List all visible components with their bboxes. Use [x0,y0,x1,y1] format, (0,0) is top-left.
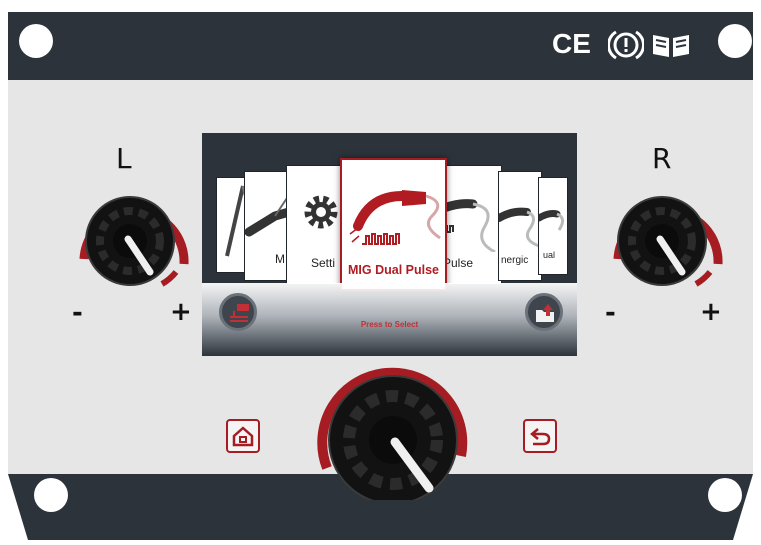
right-knob[interactable] [600,184,728,292]
mig-torch-icon [539,210,564,231]
ce-mark: CE [552,28,591,59]
menu-card-manual[interactable]: ual [538,177,568,275]
gear-icon [304,195,338,229]
mig-torch-icon [499,207,540,248]
mig-torch-icon [349,190,441,245]
back-icon [530,428,551,446]
menu-card-mig-dual-pulse[interactable]: MIG Dual Pulse [340,158,447,291]
main-knob[interactable] [313,356,473,500]
left-minus-label: - [72,298,83,328]
warning-icon [608,30,644,60]
right-minus-label: - [605,298,616,328]
manual-book-icon [653,35,689,57]
screw-hole [34,478,68,512]
home-icon [232,426,254,447]
lcd-screen: MM Setti Pulse nergic ual MIG Dual Pulse… [202,133,577,356]
right-knob-label: R [652,142,672,175]
screw-hole [708,478,742,512]
selected-mode-label: MIG Dual Pulse [348,263,439,277]
menu-card-synergic[interactable]: nergic [498,171,542,281]
home-button[interactable] [226,419,260,453]
screw-hole [718,24,752,58]
left-knob-label: L [116,142,132,175]
menu-card-settings[interactable]: Setti [286,165,348,285]
left-plus-label: + [170,297,192,327]
back-button[interactable] [523,419,557,453]
control-panel: CE L R - + - + MM Setti Pulse nergic ual… [0,0,761,545]
press-to-select-hint: Press to Select [360,320,419,329]
left-knob[interactable] [66,184,194,292]
right-plus-label: + [700,297,722,327]
screw-hole [19,24,53,58]
